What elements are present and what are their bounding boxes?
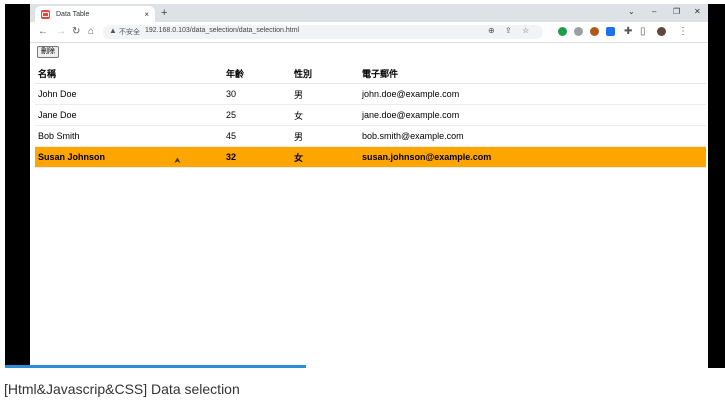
address-bar: ← → ↻ ⌂ ▲ 不安全 192.168.0.103/data_selecti… <box>30 22 708 43</box>
zoom-icon[interactable]: ⊕ <box>488 26 495 35</box>
table-row[interactable]: John Doe 30 男 john.doe@example.com <box>35 83 706 105</box>
table-header-row: 名稱 年齡 性別 電子郵件 <box>35 64 706 84</box>
warning-icon[interactable]: ▲ <box>109 26 117 35</box>
insecure-label: 不安全 <box>119 29 140 36</box>
extensions-puzzle-icon[interactable]: ✚ <box>624 26 632 37</box>
menu-kebab-icon[interactable]: ⋮ <box>678 26 688 37</box>
cell-email: jane.doe@example.com <box>359 104 706 126</box>
tab-search-icon[interactable]: ⌄ <box>628 7 635 16</box>
cell-age: 32 <box>223 146 291 168</box>
cell-gender: 男 <box>291 83 359 105</box>
close-window-button[interactable]: ✕ <box>694 7 701 16</box>
video-frame: Data Table × + ⌄ – ❐ ✕ ← → ↻ ⌂ ▲ 不安全 192… <box>5 4 725 368</box>
cell-age: 45 <box>223 125 291 147</box>
video-progress-bar[interactable] <box>5 365 306 368</box>
url-text[interactable]: 192.168.0.103/data_selection/data_select… <box>145 27 299 34</box>
back-icon[interactable]: ← <box>38 26 48 37</box>
mouse-cursor-icon: ⮝ <box>174 156 181 165</box>
delete-button[interactable]: 刪除 <box>37 46 59 58</box>
cell-email: bob.smith@example.com <box>359 125 706 147</box>
table-row[interactable]: Bob Smith 45 男 bob.smith@example.com <box>35 125 706 147</box>
new-tab-button[interactable]: + <box>161 7 167 19</box>
reload-icon[interactable]: ↻ <box>72 26 80 37</box>
extension-gray-icon[interactable] <box>574 27 583 36</box>
restore-button[interactable]: ❐ <box>673 7 680 16</box>
cell-gender: 男 <box>291 125 359 147</box>
cell-name: Susan Johnson <box>35 146 223 168</box>
cell-name: Bob Smith <box>35 125 223 147</box>
omnibox[interactable]: ▲ 不安全 192.168.0.103/data_selection/data_… <box>103 25 543 39</box>
video-caption: [Html&Javascrip&CSS] Data selection <box>4 381 240 397</box>
side-panel-icon[interactable]: ▯ <box>640 26 646 37</box>
cell-name: Jane Doe <box>35 104 223 126</box>
right-letterbox <box>708 4 725 368</box>
cell-email: john.doe@example.com <box>359 83 706 105</box>
data-table: 名稱 年齡 性別 電子郵件 John Doe 30 男 john.doe@exa… <box>35 64 706 168</box>
forward-icon[interactable]: → <box>56 26 66 37</box>
tab-close-icon[interactable]: × <box>144 10 149 19</box>
tab-strip: Data Table × + ⌄ – ❐ ✕ <box>30 4 708 22</box>
cell-gender: 女 <box>291 146 359 168</box>
minimize-button[interactable]: – <box>652 7 656 16</box>
cell-email: susan.johnson@example.com <box>359 146 706 168</box>
browser-window: Data Table × + ⌄ – ❐ ✕ ← → ↻ ⌂ ▲ 不安全 192… <box>30 4 708 368</box>
tab-title: Data Table <box>56 10 90 18</box>
header-email: 電子郵件 <box>359 64 706 84</box>
cell-age: 30 <box>223 83 291 105</box>
extension-green-icon[interactable] <box>558 27 567 36</box>
tab-data-table[interactable]: Data Table × <box>35 6 155 22</box>
bookmark-star-icon[interactable]: ☆ <box>522 26 529 35</box>
table-row[interactable]: Jane Doe 25 女 jane.doe@example.com <box>35 104 706 126</box>
share-icon[interactable]: ⇪ <box>505 26 512 35</box>
extension-blue-icon[interactable] <box>606 27 615 36</box>
cell-gender: 女 <box>291 104 359 126</box>
header-gender: 性別 <box>291 64 359 84</box>
table-row-selected[interactable]: Susan Johnson 32 女 susan.johnson@example… <box>35 146 706 168</box>
left-letterbox <box>5 4 30 368</box>
cell-name: John Doe <box>35 83 223 105</box>
favicon-icon <box>41 9 50 19</box>
extension-brown-icon[interactable] <box>590 27 599 36</box>
header-name: 名稱 <box>35 64 223 84</box>
cell-age: 25 <box>223 104 291 126</box>
page-content: 刪除 名稱 年齡 性別 電子郵件 John Doe 30 男 john.doe@… <box>30 43 708 368</box>
home-icon[interactable]: ⌂ <box>88 26 94 37</box>
profile-avatar[interactable] <box>657 27 666 36</box>
header-age: 年齡 <box>223 64 291 84</box>
